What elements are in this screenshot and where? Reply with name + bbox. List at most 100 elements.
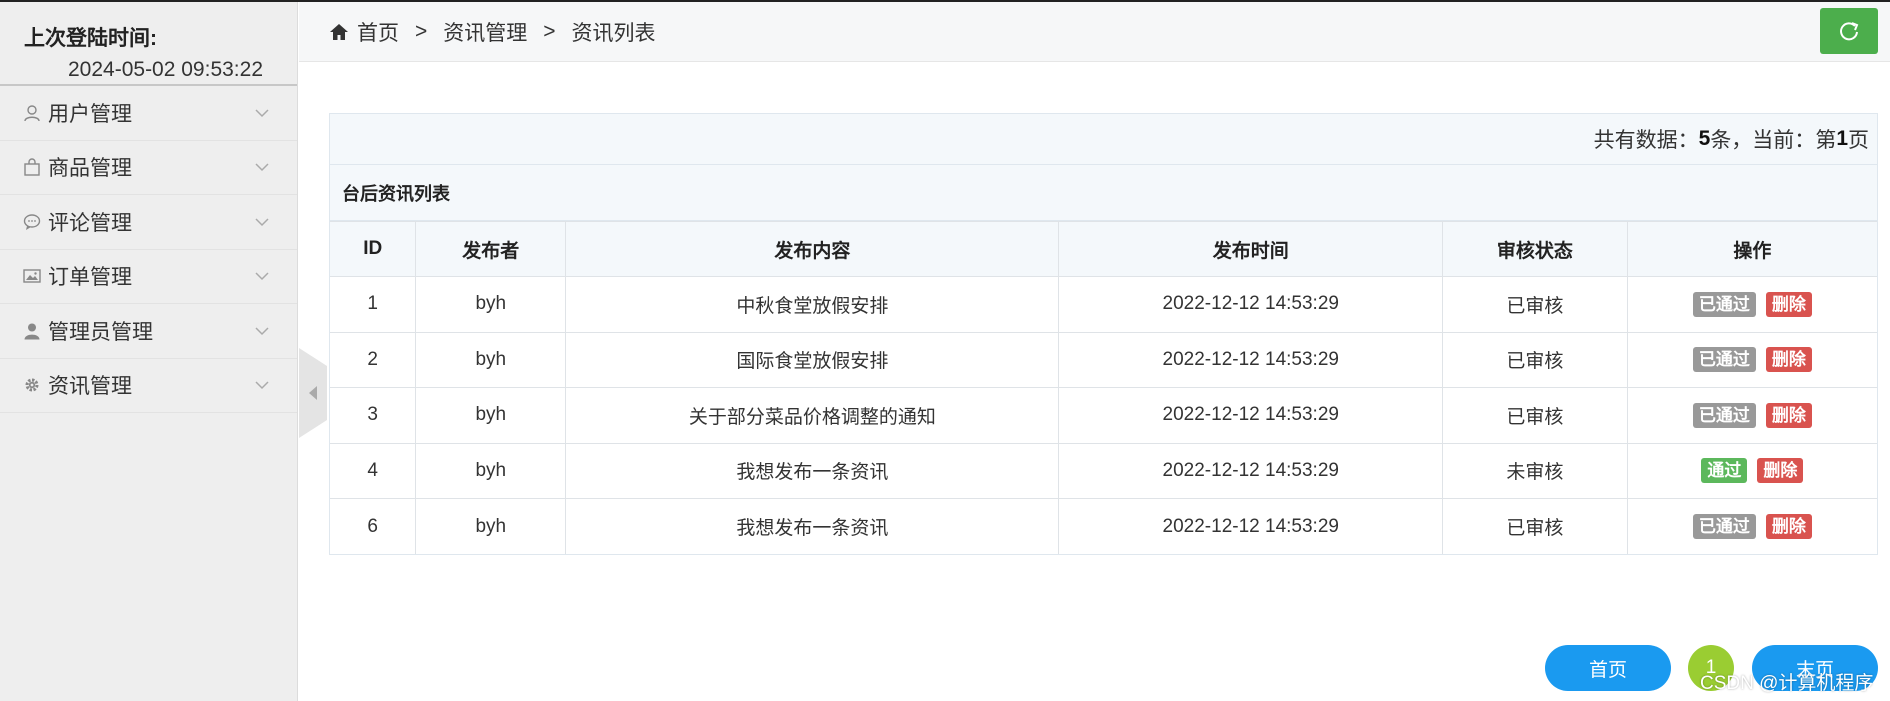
table-row: 3 byh 关于部分菜品价格调整的通知 2022-12-12 14:53:29 … — [330, 387, 1877, 444]
first-page-button[interactable]: 首页 — [1545, 645, 1671, 691]
bag-icon — [22, 157, 42, 177]
column-header-time: 发布时间 — [1058, 221, 1444, 277]
cell-id: 6 — [330, 498, 417, 554]
table-row: 2 byh 国际食堂放假安排 2022-12-12 14:53:29 已审核 已… — [330, 331, 1877, 388]
chevron-down-icon — [255, 272, 269, 281]
cell-id: 3 — [330, 387, 417, 444]
gear-icon — [22, 375, 42, 395]
approved-button[interactable]: 已通过 — [1692, 402, 1756, 428]
cell-time: 2022-12-12 14:53:29 — [1058, 276, 1444, 333]
sidebar-item-label: 用户管理 — [48, 102, 132, 126]
refresh-icon — [1840, 22, 1859, 41]
column-header-publisher: 发布者 — [415, 221, 567, 277]
cell-publisher: byh — [415, 276, 567, 333]
breadcrumb-separator: > — [415, 19, 428, 43]
cell-id: 2 — [330, 331, 417, 388]
user-outline-icon — [22, 103, 42, 123]
cell-publisher: byh — [415, 498, 567, 554]
sidebar: 上次登陆时间: 2024-05-02 09:53:22 用户管理 商品管理 评论… — [0, 2, 298, 701]
chevron-down-icon — [255, 381, 269, 390]
caret-left-icon — [309, 386, 317, 400]
approved-button[interactable]: 已通过 — [1692, 291, 1756, 317]
cell-publisher: byh — [415, 442, 567, 499]
breadcrumb-home[interactable]: 首页 — [357, 17, 399, 47]
column-header-status: 审核状态 — [1442, 221, 1628, 277]
cell-status: 已审核 — [1442, 498, 1628, 554]
cell-time: 2022-12-12 14:53:29 — [1058, 442, 1444, 499]
summary-suffix: 页 — [1848, 129, 1869, 152]
chevron-down-icon — [255, 109, 269, 117]
sidebar-item-label: 商品管理 — [48, 157, 132, 181]
summary-mid: 条，当前：第 — [1710, 129, 1837, 152]
column-header-actions: 操作 — [1626, 221, 1877, 277]
cell-status: 已审核 — [1442, 331, 1628, 388]
sidebar-item-product-management[interactable]: 商品管理 — [0, 141, 297, 195]
approved-button[interactable]: 已通过 — [1692, 514, 1756, 539]
approved-button[interactable]: 已通过 — [1692, 347, 1756, 373]
table-row: 1 byh 中秋食堂放假安排 2022-12-12 14:53:29 已审核 已… — [330, 276, 1877, 333]
breadcrumb-separator: > — [543, 19, 556, 43]
table-row: 4 byh 我想发布一条资讯 2022-12-12 14:53:29 未审核 通… — [330, 442, 1877, 499]
sidebar-item-label: 订单管理 — [48, 266, 132, 290]
table-row: 6 byh 我想发布一条资讯 2022-12-12 14:53:29 已审核 已… — [330, 498, 1877, 554]
cell-id: 4 — [330, 442, 417, 499]
cell-id: 1 — [330, 276, 417, 333]
comment-icon — [22, 212, 42, 232]
watermark: CSDN @计算机程序 — [1700, 673, 1874, 694]
cell-actions: 已通过 删除 — [1626, 276, 1877, 333]
delete-button[interactable]: 删除 — [1765, 291, 1812, 317]
sidebar-item-comment-management[interactable]: 评论管理 — [0, 195, 297, 250]
sidebar-item-news-management[interactable]: 资讯管理 — [0, 359, 297, 413]
home-icon — [330, 23, 348, 40]
cell-time: 2022-12-12 14:53:29 — [1058, 498, 1444, 554]
panel-title: 台后资讯列表 — [330, 165, 1877, 221]
cell-actions: 已通过 删除 — [1626, 331, 1877, 388]
cell-content: 国际食堂放假安排 — [565, 331, 1060, 388]
approve-button[interactable]: 通过 — [1701, 458, 1748, 484]
chevron-down-icon — [255, 218, 269, 226]
summary-page: 1 — [1836, 127, 1848, 150]
last-login-time: 2024-05-02 09:53:22 — [68, 58, 263, 81]
delete-button[interactable]: 删除 — [1765, 402, 1812, 428]
cell-content: 我想发布一条资讯 — [565, 498, 1060, 554]
sidebar-collapse-handle[interactable] — [299, 348, 327, 438]
chevron-down-icon — [255, 327, 269, 335]
sidebar-item-label: 资讯管理 — [48, 375, 132, 399]
refresh-button[interactable] — [1820, 8, 1878, 54]
cell-content: 中秋食堂放假安排 — [565, 276, 1060, 333]
cell-status: 已审核 — [1442, 387, 1628, 444]
cell-time: 2022-12-12 14:53:29 — [1058, 387, 1444, 444]
news-list-panel: 共有数据： 5 条，当前：第 1 页 台后资讯列表 ID 发布者 发布内容 发布… — [329, 113, 1878, 555]
column-header-content: 发布内容 — [565, 221, 1060, 277]
news-table: ID 发布者 发布内容 发布时间 审核状态 操作 1 byh 中秋食堂放假安排 … — [330, 221, 1877, 554]
cell-content: 我想发布一条资讯 — [565, 442, 1060, 499]
breadcrumb: 首页 > 资讯管理 > 资讯列表 — [329, 17, 656, 47]
cell-actions: 已通过 删除 — [1626, 498, 1877, 554]
delete-button[interactable]: 删除 — [1765, 347, 1812, 373]
delete-button[interactable]: 删除 — [1765, 514, 1812, 539]
summary-count: 5 — [1698, 127, 1711, 150]
breadcrumb-news-list: 资讯列表 — [571, 21, 656, 45]
image-icon — [22, 266, 42, 286]
cell-publisher: byh — [415, 387, 567, 444]
breadcrumb-news-management[interactable]: 资讯管理 — [443, 17, 527, 47]
user-icon — [22, 321, 42, 341]
cell-time: 2022-12-12 14:53:29 — [1058, 331, 1444, 388]
sidebar-item-order-management[interactable]: 订单管理 — [0, 250, 297, 304]
top-header: 首页 > 资讯管理 > 资讯列表 — [299, 2, 1890, 62]
sidebar-item-user-management[interactable]: 用户管理 — [0, 86, 297, 141]
last-login-label: 上次登陆时间: — [24, 27, 157, 50]
column-header-id: ID — [330, 221, 417, 277]
cell-status: 已审核 — [1442, 276, 1628, 333]
cell-publisher: byh — [415, 331, 567, 388]
chevron-down-icon — [255, 163, 269, 172]
cell-content: 关于部分菜品价格调整的通知 — [565, 387, 1060, 444]
sidebar-item-admin-management[interactable]: 管理员管理 — [0, 304, 297, 359]
cell-actions: 已通过 删除 — [1626, 387, 1877, 444]
delete-button[interactable]: 删除 — [1757, 458, 1804, 484]
table-header-row: ID 发布者 发布内容 发布时间 审核状态 操作 — [330, 221, 1877, 277]
data-summary: 共有数据： 5 条，当前：第 1 页 — [330, 114, 1877, 165]
summary-prefix: 共有数据： — [1593, 129, 1699, 152]
sidebar-item-label: 评论管理 — [48, 211, 132, 235]
cell-status: 未审核 — [1442, 442, 1628, 499]
